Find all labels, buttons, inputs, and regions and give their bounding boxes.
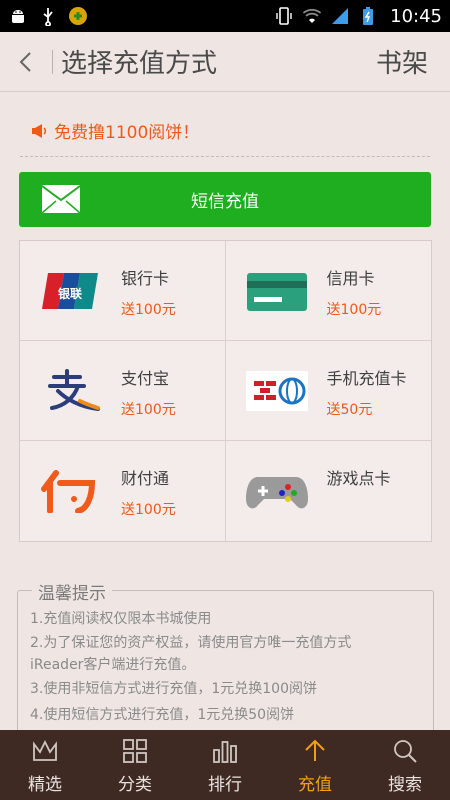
wifi-icon (303, 9, 322, 23)
payment-mobile-card[interactable]: 手机充值卡 送50元 (225, 341, 431, 441)
bookshelf-button[interactable]: 书架 (376, 43, 428, 80)
nav-featured[interactable]: 精选 (0, 730, 90, 800)
recharge-icon (305, 739, 325, 761)
tip-line: 4.使用短信方式进行充值，1元兑换50阅饼 (30, 707, 295, 723)
tip-line: 3.使用非短信方式进行充值，1元兑换100阅饼 (30, 681, 317, 697)
header-divider (52, 49, 53, 74)
payment-bonus: 送100元 (121, 302, 176, 318)
nav-label: 分类 (118, 774, 152, 795)
android-icon (12, 10, 24, 23)
bottom-navigation: 精选 分类 排行 充值 搜索 (0, 730, 450, 800)
payment-tenpay[interactable]: 财付通 送100元 (20, 441, 226, 541)
nav-recharge[interactable]: 充值 (270, 730, 360, 800)
signal-icon (332, 8, 349, 24)
payment-bonus: 送50元 (326, 402, 373, 418)
nav-label: 排行 (208, 774, 242, 795)
payment-credit-card[interactable]: 信用卡 送100元 (225, 241, 431, 341)
megaphone-icon (32, 123, 47, 138)
nav-ranking[interactable]: 排行 (180, 730, 270, 800)
back-button[interactable] (0, 32, 52, 92)
payment-bonus: 送100元 (121, 402, 176, 418)
envelope-icon (41, 185, 81, 214)
payment-name: 信用卡 (326, 269, 375, 288)
vibrate-icon (276, 7, 292, 25)
page-title: 选择充值方式 (61, 49, 218, 79)
payment-bank-card[interactable]: 银联 银行卡 送100元 (20, 241, 226, 341)
app-notification-icon (69, 7, 87, 25)
tips-title: 温馨提示 (32, 579, 112, 604)
chevron-left-icon (19, 51, 31, 72)
bar-chart-icon (213, 740, 237, 763)
top-bar: 选择充值方式 书架 (0, 32, 450, 92)
usb-icon (43, 8, 53, 26)
payment-name: 银行卡 (121, 269, 170, 288)
credit-card-icon (246, 273, 307, 311)
payment-name: 支付宝 (121, 369, 170, 388)
payment-name: 财付通 (121, 469, 170, 488)
alipay-icon (48, 369, 100, 411)
nav-label: 精选 (28, 774, 62, 795)
tenpay-icon (41, 470, 96, 513)
search-icon (394, 739, 417, 763)
promo-banner[interactable]: 免费撸1100阅饼！ (30, 118, 199, 143)
mobile-card-icon (245, 371, 308, 411)
payment-bonus: 送100元 (326, 302, 382, 318)
payment-alipay[interactable]: 支付宝 送100元 (20, 341, 226, 441)
svg-text:银联: 银联 (58, 286, 82, 301)
payment-name: 手机充值卡 (326, 369, 407, 388)
crown-icon (33, 739, 57, 761)
payment-method-grid: 银联 银行卡 送100元 信用卡 送100元 支付宝 送100元 手机充值卡 送… (19, 240, 432, 542)
payment-game-card[interactable]: 游戏点卡 (226, 441, 432, 541)
tip-line: 1.充值阅读权仅限本书城使用 (30, 611, 212, 627)
nav-label: 搜索 (388, 774, 422, 795)
tip-line: iReader客户端进行充值。 (30, 657, 196, 673)
promo-text: 免费撸1100阅饼！ (54, 123, 200, 143)
grid-icon (123, 738, 147, 763)
divider (20, 156, 430, 157)
nav-search[interactable]: 搜索 (360, 730, 450, 800)
nav-categories[interactable]: 分类 (90, 730, 180, 800)
nav-label: 充值 (298, 774, 332, 795)
payment-name: 游戏点卡 (326, 469, 391, 488)
clock: 10:45 (390, 5, 442, 27)
tips-box: 温馨提示 1.充值阅读权仅限本书城使用 2.为了保证您的资产权益，请使用官方唯一… (17, 579, 434, 750)
battery-icon (363, 7, 374, 25)
status-bar: 10:45 (0, 0, 450, 32)
payment-bonus: 送100元 (121, 502, 176, 518)
unionpay-icon: 银联 (42, 273, 98, 309)
tip-line: 2.为了保证您的资产权益，请使用官方唯一充值方式 (30, 635, 352, 651)
gamepad-icon (245, 477, 308, 509)
sms-recharge-button[interactable]: 短信充值 (19, 172, 431, 227)
